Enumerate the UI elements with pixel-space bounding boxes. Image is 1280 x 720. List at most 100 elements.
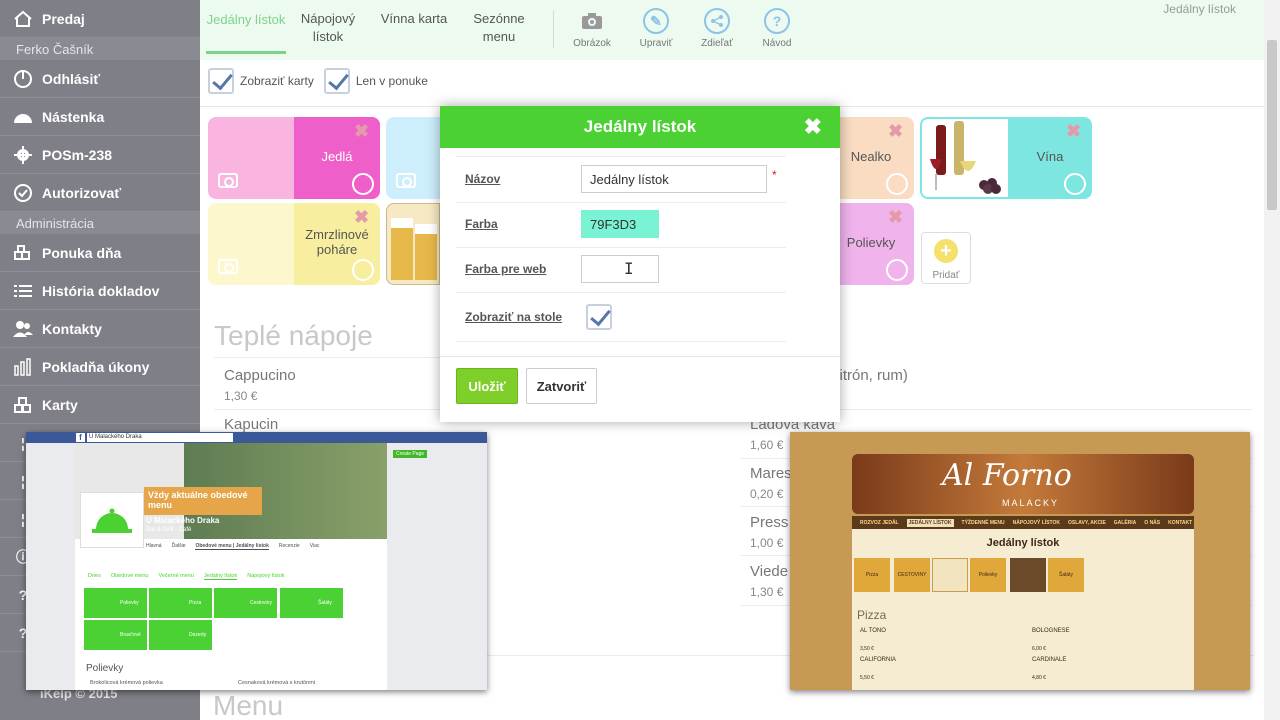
tab-napojovy-listok[interactable]: Nápojový lístok — [288, 10, 368, 46]
fb-menu-tab: Dnes — [88, 573, 101, 579]
dialog-footer-divider — [440, 356, 840, 357]
sidebar-item-kontakty[interactable]: Kontakty — [0, 310, 200, 348]
user-name: Ferko Čašník — [0, 38, 200, 60]
delete-icon[interactable]: ✖ — [354, 121, 369, 142]
facebook-preview-image: f U Malackého Draka Create Page Vždy akt… — [26, 432, 487, 690]
only-menu-checkbox[interactable] — [323, 68, 350, 94]
web-nav-item: KONTAKT — [1168, 519, 1193, 526]
camera-icon — [579, 8, 605, 34]
category-card-vina[interactable]: Vína ✖ — [920, 117, 1092, 199]
category-card-nealko[interactable]: Nealko ✖ — [840, 117, 914, 199]
add-category-button[interactable]: + Pridať — [921, 232, 971, 284]
category-card-napoje[interactable] — [386, 117, 440, 199]
item-name[interactable]: Viede — [750, 563, 788, 580]
edit-icon[interactable] — [352, 173, 374, 195]
tab-vinna-karta[interactable]: Vínna karta — [374, 10, 454, 28]
delete-icon[interactable]: ✖ — [354, 207, 369, 228]
tool-obrazok[interactable]: Obrázok — [562, 8, 622, 49]
camera-icon[interactable] — [396, 173, 416, 188]
row-divider — [456, 247, 786, 248]
web-tile-image — [1010, 558, 1046, 592]
scrollbar-thumb[interactable] — [1267, 40, 1277, 210]
delete-icon[interactable]: ✖ — [888, 207, 903, 228]
sidebar-item-odhlasit[interactable]: Odhlásiť — [0, 60, 200, 98]
name-label: Názov — [465, 172, 501, 186]
row-divider — [456, 341, 786, 342]
fb-create-page: Create Page — [393, 450, 428, 458]
fb-menu-tab: Večerné menu — [158, 573, 194, 579]
fb-nav-item: Recenzie — [278, 543, 300, 549]
only-menu-label: Len v ponuke — [355, 74, 428, 88]
star-blocks-icon — [12, 242, 34, 264]
sidebar-item-ponuka-dna[interactable]: Ponuka dňa — [0, 234, 200, 272]
edit-icon[interactable] — [886, 173, 908, 195]
help-icon: ? — [764, 8, 790, 34]
delete-icon[interactable]: ✖ — [888, 121, 903, 142]
category-card-zmrzlina[interactable]: Zmrzlinové poháre ✖ — [208, 203, 380, 285]
sidebar-item-label: Kontakty — [42, 320, 102, 337]
item-name[interactable]: Cappucino — [224, 367, 296, 384]
show-on-table-label: Zobraziť na stole — [465, 310, 563, 324]
sidebar-item-label: Ponuka dňa — [42, 244, 122, 261]
category-card-pivo[interactable] — [386, 203, 440, 285]
sidebar-item-nastenka[interactable]: Nástenka — [0, 98, 200, 136]
list-icon — [12, 280, 34, 302]
web-nav-item: GALÉRIA — [1113, 519, 1137, 526]
close-button[interactable]: Zatvoriť — [526, 368, 597, 404]
fb-menu-tab: Nápojový lístok — [247, 573, 285, 579]
color-field[interactable]: 79F3D3 — [581, 210, 659, 238]
sidebar-item-autorizovat[interactable]: Autorizovať — [0, 174, 200, 212]
name-field[interactable]: Jedálny lístok — [581, 165, 767, 193]
close-icon[interactable]: ✖ — [804, 106, 822, 148]
gear-icon — [12, 144, 34, 166]
tab-jedalny-listok[interactable]: Jedálny lístok — [206, 8, 286, 54]
tab-sezonne-menu[interactable]: Sezónne menu — [459, 10, 539, 46]
category-card-jedla[interactable]: Jedlá ✖ — [208, 117, 380, 199]
save-button[interactable]: Uložiť — [456, 368, 518, 404]
web-color-field[interactable] — [581, 255, 659, 283]
item-name[interactable]: Mares — [750, 465, 792, 482]
category-card-polievky[interactable]: Polievky ✖ — [840, 203, 914, 285]
item-name[interactable]: citrón, rum) — [832, 367, 908, 384]
fb-nav-item: Obedové menu | Jedálny lístok — [195, 543, 269, 550]
show-on-table-checkbox[interactable] — [586, 304, 612, 330]
edit-icon[interactable] — [886, 259, 908, 281]
web-pizza: CARDINALE — [1032, 657, 1067, 663]
web-nav-item: JEDÁLNY LÍSTOK — [906, 518, 954, 527]
delete-icon[interactable]: ✖ — [1066, 121, 1081, 142]
camera-icon[interactable] — [218, 173, 238, 188]
item-name[interactable]: Press — [750, 514, 788, 531]
sidebar-item-predaj[interactable]: Predaj — [0, 0, 200, 38]
text-cursor-icon: I — [624, 259, 634, 278]
fb-menu-tab: Jedálny lístok — [203, 573, 238, 580]
sidebar-item-label: Odhlásiť — [42, 70, 101, 87]
show-cards-label: Zobraziť karty — [240, 74, 314, 88]
sidebar-item-label: Predaj — [42, 10, 85, 27]
fb-tile: Dezerty — [149, 620, 212, 650]
tool-upravit[interactable]: ✎ Upraviť — [626, 8, 686, 49]
card-label: Nealko — [850, 149, 892, 164]
sidebar-item-pokladna[interactable]: Pokladňa úkony — [0, 348, 200, 386]
camera-icon[interactable] — [218, 259, 238, 274]
web-pizza-price: 5,50 € — [860, 675, 874, 681]
tool-navod[interactable]: ? Návod — [747, 8, 807, 49]
add-label: Pridať — [932, 270, 960, 281]
facebook-logo-icon: f — [76, 433, 85, 442]
sidebar-item-karty[interactable]: Karty — [0, 386, 200, 424]
tool-zdielat[interactable]: Zdieľať — [687, 8, 747, 49]
item-name[interactable]: Kapucin — [224, 416, 278, 433]
edit-icon[interactable] — [1064, 173, 1086, 195]
tool-label: Návod — [762, 38, 792, 49]
home-icon — [12, 8, 34, 30]
sidebar-item-posm[interactable]: POSm-238 — [0, 136, 200, 174]
web-tile: Polievky — [970, 558, 1006, 592]
edit-icon[interactable] — [352, 259, 374, 281]
fb-banner: Vždy aktuálne obedové menu — [144, 487, 262, 515]
show-cards-checkbox[interactable] — [208, 68, 234, 94]
sidebar-item-historia[interactable]: História dokladov — [0, 272, 200, 310]
scrollbar[interactable] — [1264, 0, 1280, 720]
section-administracia: Administrácia — [0, 212, 200, 234]
fb-tile: Bravčové — [84, 620, 147, 650]
pencil-icon: ✎ — [643, 8, 669, 34]
fb-soup: Brokolicová krémová polievka — [90, 680, 163, 686]
